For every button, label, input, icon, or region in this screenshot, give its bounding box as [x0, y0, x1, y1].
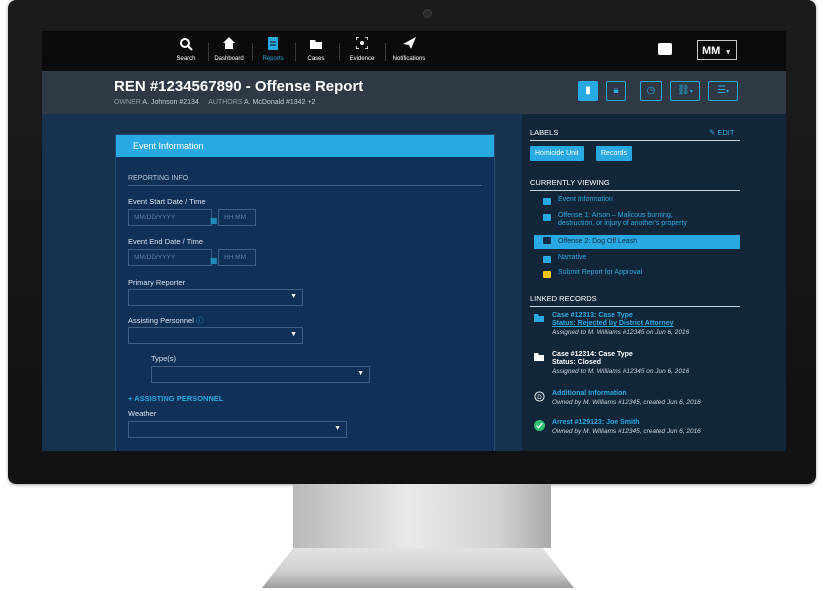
document-circle-icon: D — [534, 391, 545, 402]
linked-records-heading: LINKED RECORDS — [530, 294, 740, 307]
chevron-down-icon: ▾ — [689, 89, 693, 95]
assisting-personnel-label: Assisting Personnel ⓘ — [128, 316, 204, 325]
chevron-down-icon: ▼ — [357, 370, 364, 377]
report-meta: OWNER A. Johnson #2134 AUTHORS A. McDona… — [114, 99, 316, 106]
label-tag[interactable]: Records — [596, 146, 633, 161]
user-menu[interactable]: MM ▾ — [697, 40, 737, 60]
monitor-stand-base — [262, 548, 574, 588]
report-view-button[interactable]: ▮ — [578, 81, 598, 101]
info-icon[interactable]: ⓘ — [196, 316, 204, 325]
linked-record[interactable]: Case #12313: Case Type Status: Rejected … — [530, 312, 750, 342]
linked-record[interactable]: Arrest #129123: Joe Smith Owned by M. Wi… — [530, 419, 750, 441]
primary-reporter-select[interactable]: ▼ — [128, 289, 303, 306]
document-icon — [543, 214, 551, 221]
paper-plane-icon — [389, 37, 429, 53]
folder-icon — [534, 314, 544, 322]
start-date-input[interactable]: MM/DD/YYYY ▦ — [128, 209, 218, 226]
form-area: Event Information REPORTING INFO Event S… — [42, 114, 522, 451]
label-tag[interactable]: Homicide Unit — [530, 146, 584, 161]
end-date-input[interactable]: MM/DD/YYYY ▦ — [128, 249, 218, 266]
top-navigation: Search Dashboard Reports Cases Evidence … — [42, 31, 786, 71]
check-circle-icon — [534, 420, 545, 431]
chevron-down-icon: ▾ — [725, 89, 729, 95]
monitor-bezel: Search Dashboard Reports Cases Evidence … — [8, 0, 816, 484]
monitor-stand-neck — [293, 484, 551, 548]
add-assisting-personnel-button[interactable]: + ASSISTING PERSONNEL — [128, 394, 223, 403]
document-icon — [543, 256, 551, 263]
briefcase-icon[interactable] — [658, 43, 672, 55]
viewing-item[interactable]: Offense 1: Arson – Malicous burning, des… — [528, 212, 740, 234]
assisting-personnel-select[interactable]: ▼ — [128, 327, 303, 344]
clock-icon: ◷ — [646, 85, 656, 96]
primary-reporter-label: Primary Reporter — [128, 278, 186, 287]
end-time-input[interactable]: HH:MM — [218, 249, 256, 266]
page-title: REN #1234567890 - Offense Report — [114, 78, 364, 95]
nav-reports[interactable]: Reports — [253, 37, 293, 64]
svg-text:D: D — [537, 394, 542, 401]
history-button[interactable]: ◷ — [640, 81, 662, 101]
types-select[interactable]: ▼ — [151, 366, 370, 383]
pencil-icon: ✎ — [709, 128, 716, 137]
viewing-item-selected[interactable]: Offense 2: Dog Off Leash — [534, 235, 740, 249]
nav-dashboard[interactable]: Dashboard — [209, 37, 249, 64]
hamburger-icon: ☰ — [717, 85, 726, 96]
chevron-down-icon: ▾ — [726, 49, 730, 56]
folder-icon — [534, 353, 544, 361]
nav-cases[interactable]: Cases — [296, 37, 336, 64]
folder-icon — [296, 37, 336, 53]
weather-select[interactable]: ▼ — [128, 421, 347, 438]
chevron-down-icon: ▼ — [334, 425, 341, 432]
types-label: Type(s) — [151, 354, 177, 363]
more-menu-button[interactable]: ☰▾ — [708, 81, 738, 101]
nav-notifications[interactable]: Notifications — [389, 37, 429, 64]
chevron-down-icon: ▼ — [290, 293, 297, 300]
document-icon — [543, 237, 551, 244]
viewing-item[interactable]: Event Information — [528, 196, 740, 210]
lock-icon: 🔒︎ — [613, 85, 619, 96]
start-time-input[interactable]: HH:MM — [218, 209, 256, 226]
home-icon — [209, 37, 249, 53]
submit-icon — [543, 271, 551, 278]
calendar-icon: ▦ — [210, 216, 218, 225]
card-header: Event Information — [116, 135, 494, 157]
event-end-label: Event End Date / Time — [128, 237, 204, 246]
evidence-icon — [342, 36, 382, 53]
link-menu-button[interactable]: ⛓︎▾ — [670, 81, 700, 101]
nav-divider — [385, 43, 386, 61]
nav-evidence[interactable]: Evidence — [342, 36, 382, 64]
viewing-item[interactable]: Narrative — [528, 254, 740, 268]
chevron-down-icon: ▼ — [290, 331, 297, 338]
currently-viewing-heading: CURRENTLY VIEWING — [530, 178, 740, 191]
linked-record[interactable]: D Additional Information Owned by M. Wil… — [530, 390, 750, 412]
document-icon: ▮ — [585, 85, 591, 96]
report-header: REN #1234567890 - Offense Report OWNER A… — [42, 71, 786, 114]
app-screen: Search Dashboard Reports Cases Evidence … — [42, 31, 786, 451]
edit-labels-button[interactable]: ✎ EDIT — [709, 128, 734, 137]
link-icon: ⛓︎ — [677, 85, 690, 96]
weather-label: Weather — [128, 409, 157, 418]
lock-button[interactable]: 🔒︎ — [606, 81, 626, 101]
event-start-label: Event Start Date / Time — [128, 197, 206, 206]
side-panel: LABELS ✎ EDIT Homicide Unit Records CURR… — [528, 114, 786, 451]
report-icon — [253, 37, 293, 53]
event-information-card: Event Information REPORTING INFO Event S… — [115, 134, 495, 451]
calendar-icon: ▦ — [210, 256, 218, 265]
camera-icon — [423, 9, 432, 18]
linked-record[interactable]: Case #12314: Case Type Status: Closed As… — [530, 351, 750, 381]
nav-divider — [339, 43, 340, 61]
viewing-item[interactable]: Submit Report for Approval — [528, 269, 740, 283]
search-icon — [166, 37, 206, 53]
section-title: REPORTING INFO — [128, 175, 482, 186]
document-icon — [543, 198, 551, 205]
nav-search[interactable]: Search — [166, 37, 206, 64]
